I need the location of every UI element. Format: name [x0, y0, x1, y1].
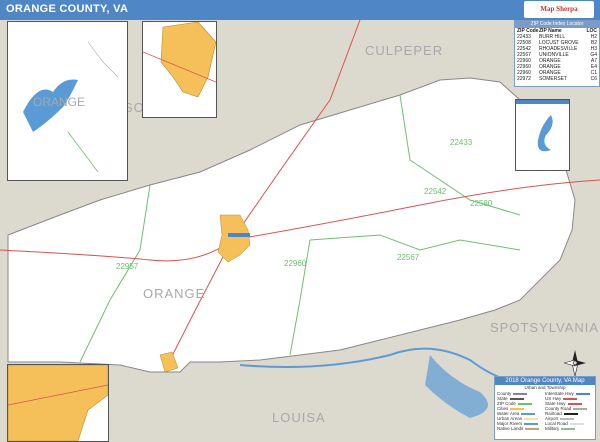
inset-map-lake[interactable]: ORANGE	[7, 21, 128, 181]
zip-label: 22960	[284, 259, 307, 268]
inset-map-right[interactable]	[515, 99, 570, 171]
inset-town-graphic	[143, 22, 216, 117]
county-label-louisa: LOUISA	[272, 410, 326, 425]
county-label-orange: ORANGE	[143, 286, 205, 301]
zip-label: 22433	[450, 138, 473, 147]
map-selection-marker	[228, 233, 250, 237]
zip-label: 22542	[424, 187, 447, 196]
county-label-culpeper: CULPEPER	[365, 43, 443, 58]
map-legend: 2018 Orange County, VA Map Urban and Tow…	[494, 376, 596, 440]
zip-label: 22567	[397, 253, 420, 262]
inset-map-town[interactable]	[142, 21, 217, 118]
zip-code-index: ZIP Code Index Locator ZIP Code ZIP Name…	[514, 20, 600, 87]
map-title: ORANGE COUNTY, VA	[6, 3, 129, 15]
inset-map-lower[interactable]	[7, 364, 109, 442]
inset-county-label: ORANGE	[33, 95, 85, 109]
zip-table-row: 22972 SOMERSET C6	[517, 76, 597, 82]
compass-icon	[564, 350, 586, 376]
zip-table-title: ZIP Code Index Locator	[515, 21, 599, 28]
legend-row: Native Lands Military	[495, 426, 595, 431]
zip-label: 22580	[470, 199, 493, 208]
inset-lower-graphic	[8, 365, 108, 441]
inset-right-graphic	[516, 100, 569, 170]
legend-title: 2018 Orange County, VA Map	[495, 377, 595, 385]
title-bar: ORANGE COUNTY, VA Map Sherpa	[0, 0, 600, 20]
zip-label: 22957	[116, 262, 139, 271]
brand-logo: Map Sherpa	[524, 1, 594, 18]
inset-lake-graphic: ORANGE	[8, 22, 127, 180]
county-label-spotsylvania: SPOTSYLVANIA	[490, 320, 599, 335]
